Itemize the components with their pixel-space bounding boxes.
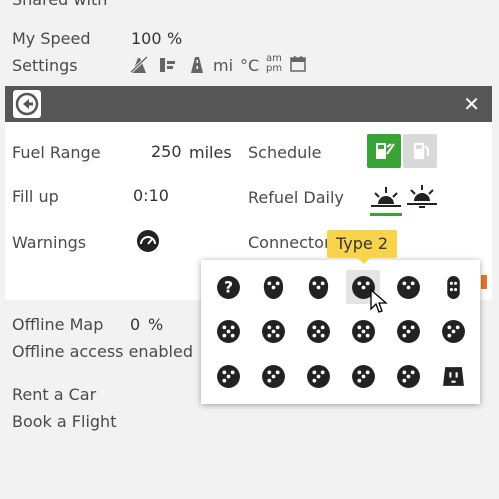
- tesla-connector-icon[interactable]: [438, 272, 468, 302]
- domestic-a-connector-icon[interactable]: [393, 316, 423, 346]
- highway-icon[interactable]: [188, 56, 206, 74]
- connector-tooltip: Type 2: [327, 230, 397, 264]
- nema-connector-icon[interactable]: [438, 361, 468, 391]
- orange-link-fragment[interactable]: [481, 275, 487, 289]
- offline-map-unit: %: [148, 315, 164, 334]
- refuel-selected-indicator: [370, 213, 402, 216]
- ccs-connector-icon[interactable]: [213, 316, 243, 346]
- my-speed-value[interactable]: 100: [131, 29, 162, 48]
- schuko-connector-icon[interactable]: [213, 361, 243, 391]
- schedule-label: Schedule: [248, 143, 322, 162]
- fill-up-value[interactable]: 0:10: [133, 186, 169, 205]
- my-speed-label: My Speed: [12, 29, 91, 48]
- refuel-daily-label: Refuel Daily: [248, 188, 344, 207]
- shared-with-label: Shared with: [12, 0, 107, 9]
- app-logo-icon: [13, 90, 41, 118]
- my-speed-unit: %: [167, 29, 183, 48]
- calendar-icon[interactable]: [290, 55, 306, 73]
- cee-connector-icon[interactable]: [348, 316, 378, 346]
- fuel-range-value[interactable]: 250: [151, 142, 182, 161]
- fuel-range-unit: miles: [189, 143, 232, 162]
- connector-popup: ?: [201, 260, 480, 404]
- book-flight-link[interactable]: Book a Flight: [12, 412, 116, 431]
- domestic-f-connector-icon[interactable]: [393, 361, 423, 391]
- svg-text:?: ?: [223, 278, 232, 296]
- gauge-icon[interactable]: [136, 229, 160, 253]
- dialog-header: ✕: [5, 86, 492, 122]
- sunrise-icon[interactable]: [369, 184, 403, 210]
- domestic-c-connector-icon[interactable]: [258, 361, 288, 391]
- close-icon[interactable]: ✕: [463, 92, 480, 116]
- distance-unit[interactable]: mi: [213, 56, 233, 75]
- sunset-icon[interactable]: [405, 184, 439, 210]
- type1-alt-connector-icon[interactable]: [303, 272, 333, 302]
- fill-up-label: Fill up: [12, 187, 59, 206]
- no-toll-icon[interactable]: [128, 54, 150, 76]
- chademo-connector-icon[interactable]: [258, 316, 288, 346]
- offline-access-text: Offline access enabled: [12, 342, 193, 361]
- schedule-fuel-active-button[interactable]: [367, 134, 401, 168]
- unknown-connector-icon[interactable]: ?: [213, 272, 243, 302]
- schedule-fuel-inactive-button[interactable]: [403, 134, 437, 168]
- settings-label: Settings: [12, 56, 78, 75]
- offline-map-label: Offline Map: [12, 315, 104, 334]
- domestic-d-connector-icon[interactable]: [303, 361, 333, 391]
- offline-map-value: 0: [130, 315, 141, 334]
- fuel-range-label: Fuel Range: [12, 143, 101, 162]
- time-format[interactable]: am pm: [266, 54, 284, 78]
- connector-label: Connector: [248, 233, 331, 252]
- gbt-connector-icon[interactable]: [303, 316, 333, 346]
- type2-alt-connector-icon[interactable]: [393, 272, 423, 302]
- warnings-label: Warnings: [12, 233, 87, 252]
- type1-connector-icon[interactable]: [258, 272, 288, 302]
- time-pm-label: pm: [266, 63, 283, 74]
- rent-car-link[interactable]: Rent a Car: [12, 385, 96, 404]
- ferry-icon[interactable]: [158, 56, 178, 74]
- mouse-cursor-icon: [370, 288, 388, 315]
- domestic-e-connector-icon[interactable]: [348, 361, 378, 391]
- temperature-unit[interactable]: °C: [240, 56, 259, 75]
- domestic-b-connector-icon[interactable]: [438, 316, 468, 346]
